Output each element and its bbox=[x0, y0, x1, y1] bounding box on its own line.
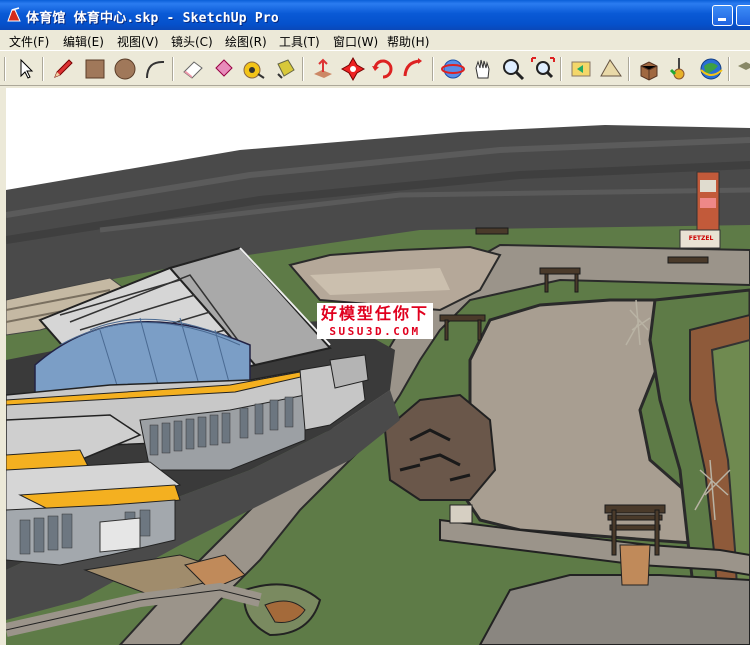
pan-icon[interactable] bbox=[470, 56, 496, 82]
toolbar-separator bbox=[628, 57, 630, 81]
orbit-icon[interactable] bbox=[440, 56, 466, 82]
toolbar-separator bbox=[560, 57, 562, 81]
tower-sign-label: FETZEL bbox=[684, 233, 718, 245]
paint-bucket-icon[interactable] bbox=[210, 56, 236, 82]
model-scene bbox=[6, 88, 750, 645]
more-icon[interactable] bbox=[734, 56, 750, 82]
google-earth-icon[interactable] bbox=[698, 56, 724, 82]
zoom-extents-icon[interactable] bbox=[530, 56, 556, 82]
toolbar-separator bbox=[432, 57, 434, 81]
previous-view-icon[interactable] bbox=[568, 56, 594, 82]
menu-bar: 文件(F) 编辑(E) 视图(V) 镜头(C) 绘图(R) 工具(T) 窗口(W… bbox=[0, 30, 750, 50]
toolbar bbox=[0, 50, 750, 86]
minimize-button[interactable] bbox=[712, 5, 733, 26]
menu-view[interactable]: 视图(V) bbox=[117, 33, 159, 50]
menu-camera[interactable]: 镜头(C) bbox=[171, 33, 213, 50]
component-icon[interactable] bbox=[636, 56, 662, 82]
toolbar-grip[interactable] bbox=[4, 57, 6, 81]
menu-file[interactable]: 文件(F) bbox=[9, 33, 49, 50]
menu-window[interactable]: 窗口(W) bbox=[333, 33, 378, 50]
pencil-icon[interactable] bbox=[50, 56, 76, 82]
eraser-icon[interactable] bbox=[180, 56, 206, 82]
menu-tools[interactable]: 工具(T) bbox=[279, 33, 320, 50]
position-camera-icon[interactable] bbox=[666, 56, 692, 82]
push-pull-icon[interactable] bbox=[310, 56, 336, 82]
sketchup-app-icon[interactable] bbox=[6, 7, 22, 23]
drawing-viewport[interactable]: 好模型任你下 SUSU3D.COM FETZEL bbox=[6, 88, 750, 645]
toolbar-separator bbox=[172, 57, 174, 81]
maximize-button[interactable] bbox=[736, 5, 750, 26]
arc-icon[interactable] bbox=[142, 56, 168, 82]
toolbar-separator bbox=[302, 57, 304, 81]
zoom-icon[interactable] bbox=[500, 56, 526, 82]
circle-icon[interactable] bbox=[112, 56, 138, 82]
window-title: 体育馆 体育中心.skp - SketchUp Pro bbox=[26, 11, 279, 26]
select-icon[interactable] bbox=[13, 56, 39, 82]
rectangle-icon[interactable] bbox=[82, 56, 108, 82]
follow-me-icon[interactable] bbox=[400, 56, 426, 82]
paint-icon[interactable] bbox=[272, 56, 298, 82]
title-bar[interactable]: 体育馆 体育中心.skp - SketchUp Pro bbox=[0, 0, 750, 30]
menu-draw[interactable]: 绘图(R) bbox=[225, 33, 267, 50]
toolbar-separator bbox=[42, 57, 44, 81]
menu-help[interactable]: 帮助(H) bbox=[387, 33, 429, 50]
move-icon[interactable] bbox=[340, 56, 366, 82]
rotate-icon[interactable] bbox=[370, 56, 396, 82]
toolbar-separator bbox=[728, 57, 730, 81]
watermark-url: SUSU3D.COM bbox=[317, 325, 433, 339]
watermark-title: 好模型任你下 bbox=[317, 303, 433, 325]
menu-edit[interactable]: 编辑(E) bbox=[63, 33, 104, 50]
tape-measure-icon[interactable] bbox=[240, 56, 266, 82]
next-view-icon[interactable] bbox=[598, 56, 624, 82]
